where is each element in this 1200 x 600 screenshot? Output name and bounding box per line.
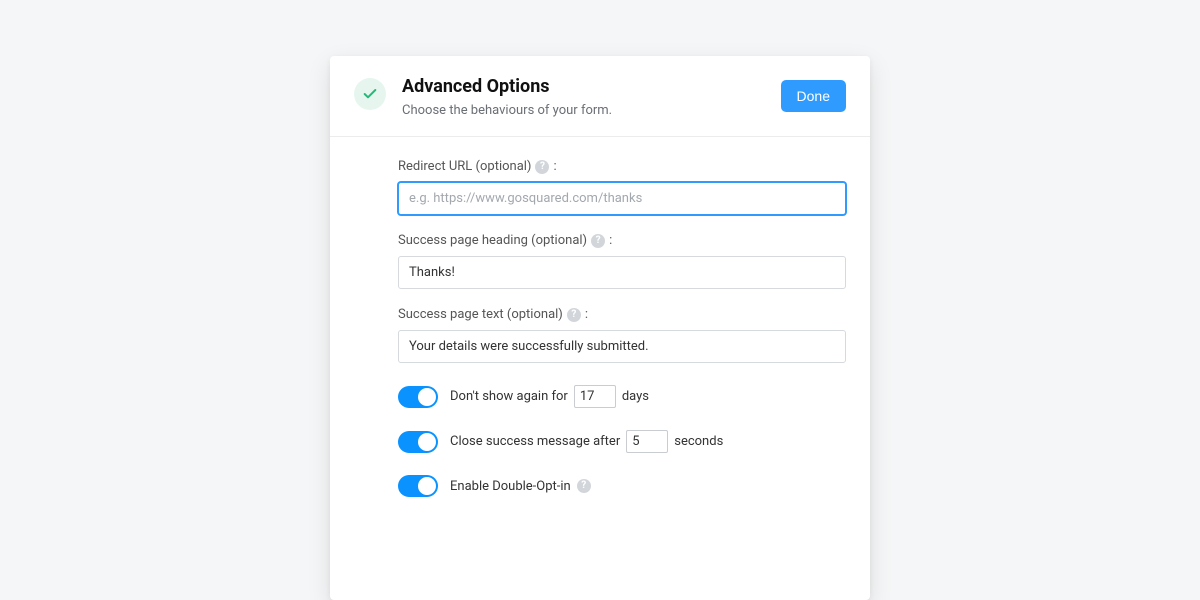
double-opt-in-row: Enable Double-Opt-in <box>330 475 870 497</box>
dont-show-again-toggle[interactable] <box>398 386 438 408</box>
redirect-url-input[interactable] <box>398 182 846 215</box>
card-header: Advanced Options Choose the behaviours o… <box>330 56 870 137</box>
success-heading-input[interactable] <box>398 256 846 289</box>
label-colon: : <box>609 233 612 248</box>
dont-show-suffix: days <box>622 389 649 404</box>
help-icon[interactable] <box>591 234 605 248</box>
success-heading-label: Success page heading (optional) : <box>398 233 846 248</box>
dont-show-again-label: Don't show again for days <box>450 385 649 408</box>
close-after-row: Close success message after seconds <box>330 430 870 453</box>
redirect-url-label: Redirect URL (optional) : <box>398 159 846 174</box>
success-text-label: Success page text (optional) : <box>398 307 846 322</box>
success-heading-field: Success page heading (optional) : <box>330 233 870 289</box>
success-text-field: Success page text (optional) : <box>330 307 870 363</box>
dont-show-days-input[interactable] <box>574 385 616 408</box>
close-after-seconds-input[interactable] <box>626 430 668 453</box>
help-icon[interactable] <box>577 479 591 493</box>
double-opt-in-toggle[interactable] <box>398 475 438 497</box>
label-colon: : <box>553 159 556 174</box>
close-after-prefix: Close success message after <box>450 434 620 449</box>
help-icon[interactable] <box>535 160 549 174</box>
header-titles: Advanced Options Choose the behaviours o… <box>402 76 781 118</box>
success-heading-label-text: Success page heading (optional) <box>398 233 587 248</box>
success-text-label-text: Success page text (optional) <box>398 307 563 322</box>
card-subtitle: Choose the behaviours of your form. <box>402 103 781 118</box>
advanced-options-card: Advanced Options Choose the behaviours o… <box>330 56 870 600</box>
dont-show-again-row: Don't show again for days <box>330 385 870 408</box>
check-icon <box>354 78 386 110</box>
done-button[interactable]: Done <box>781 80 846 112</box>
label-colon: : <box>585 307 588 322</box>
card-title: Advanced Options <box>402 76 781 97</box>
card-body: Redirect URL (optional) : Success page h… <box>330 137 870 525</box>
success-text-input[interactable] <box>398 330 846 363</box>
double-opt-in-label: Enable Double-Opt-in <box>450 479 591 494</box>
dont-show-prefix: Don't show again for <box>450 389 568 404</box>
help-icon[interactable] <box>567 308 581 322</box>
close-after-label: Close success message after seconds <box>450 430 723 453</box>
close-after-toggle[interactable] <box>398 431 438 453</box>
double-opt-in-label-text: Enable Double-Opt-in <box>450 479 571 494</box>
redirect-url-field: Redirect URL (optional) : <box>330 159 870 215</box>
close-after-suffix: seconds <box>674 434 723 449</box>
redirect-url-label-text: Redirect URL (optional) <box>398 159 531 174</box>
